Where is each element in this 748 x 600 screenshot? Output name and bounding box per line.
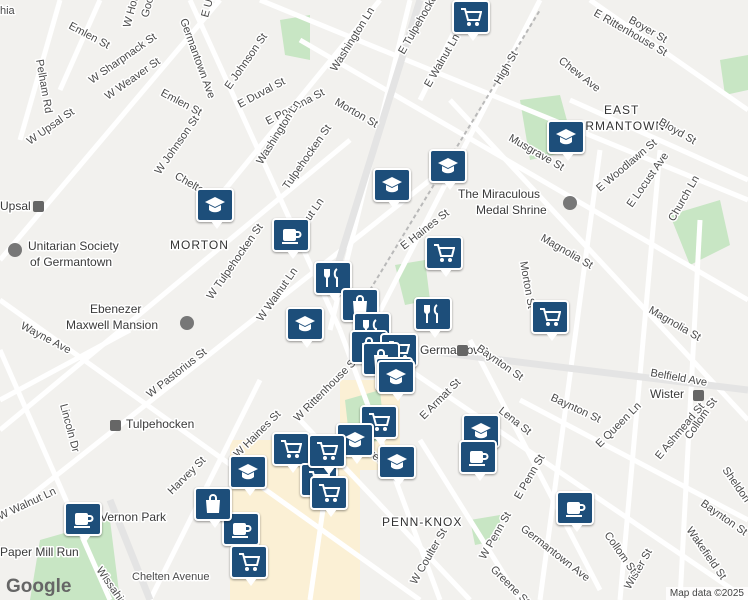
coffee-marker[interactable]	[272, 218, 310, 259]
grocery-marker[interactable]	[452, 0, 490, 41]
svg-text:W Johnson St: W Johnson St	[153, 114, 202, 177]
svg-text:Morton St: Morton St	[333, 96, 380, 130]
svg-text:High St: High St	[492, 49, 520, 86]
park-area	[280, 15, 310, 60]
grocery-marker[interactable]	[531, 300, 569, 341]
svg-text:Collom St: Collom St	[602, 530, 639, 576]
svg-text:Chew Ave: Chew Ave	[556, 55, 602, 95]
cross-icon[interactable]	[563, 196, 577, 210]
grocery-marker[interactable]	[308, 434, 346, 475]
train-icon[interactable]	[110, 420, 121, 431]
coffee-marker[interactable]	[459, 440, 497, 481]
poi-label: Maxwell Mansion	[66, 318, 158, 332]
school-marker[interactable]	[547, 120, 585, 161]
grocery-marker[interactable]	[272, 432, 310, 473]
map-attribution: Map data ©2025	[665, 587, 748, 600]
train-icon[interactable]	[33, 201, 44, 212]
svg-text:Washington Ln: Washington Ln	[328, 5, 377, 73]
school-marker[interactable]	[286, 307, 324, 348]
poi-label: Medal Shrine	[476, 203, 547, 217]
neighborhood-label: PENN-KNOX	[382, 515, 462, 529]
building-icon[interactable]	[8, 243, 22, 257]
grocery-marker[interactable]	[425, 236, 463, 277]
neighborhood-label: MORTON	[170, 238, 229, 252]
svg-text:Sheldon: Sheldon	[720, 465, 748, 505]
school-marker[interactable]	[429, 149, 467, 190]
train-icon[interactable]	[693, 390, 704, 401]
train-icon[interactable]	[457, 345, 468, 356]
svg-text:Lincoln Dr: Lincoln Dr	[57, 403, 81, 454]
poi-label: of Germantown	[30, 255, 112, 269]
city-label: hia	[0, 5, 16, 17]
restaurant-marker[interactable]	[414, 297, 452, 338]
svg-text:Wayne Ave: Wayne Ave	[19, 320, 73, 356]
poi-label: Unitarian Society	[28, 239, 119, 253]
svg-text:W Pastorius St: W Pastorius St	[144, 346, 209, 400]
poi-label: Tulpehocken	[126, 417, 194, 431]
poi-label: Wister	[650, 387, 684, 401]
poi-label: The Miraculous	[458, 187, 540, 201]
svg-text:Good: Good	[139, 0, 158, 19]
svg-text:Chelten Avenue: Chelten Avenue	[132, 571, 209, 583]
shopping-marker[interactable]	[194, 487, 232, 528]
coffee-marker[interactable]	[64, 502, 102, 543]
school-marker[interactable]	[229, 455, 267, 496]
svg-text:Greene St: Greene St	[488, 564, 532, 600]
poi-label: Paper Mill Run	[0, 545, 79, 559]
svg-text:E Duval St: E Duval St	[236, 76, 288, 111]
poi-label: Ebenezer	[90, 302, 141, 316]
google-logo: Google	[6, 576, 72, 597]
svg-text:Emlen St: Emlen St	[159, 87, 204, 119]
museum-icon[interactable]	[180, 316, 194, 330]
grocery-marker[interactable]	[230, 545, 268, 586]
svg-text:E Johnson St: E Johnson St	[223, 31, 270, 91]
school-marker[interactable]	[373, 168, 411, 209]
school-marker[interactable]	[377, 360, 415, 401]
school-marker[interactable]	[196, 188, 234, 229]
grocery-marker[interactable]	[310, 476, 348, 517]
poi-label: Vernon Park	[100, 510, 167, 524]
poi-label: Upsal	[0, 199, 31, 213]
neighborhood-label: EAST	[604, 103, 639, 117]
coffee-marker[interactable]	[556, 491, 594, 532]
park-area	[720, 55, 748, 95]
svg-text:W Walnut Ln: W Walnut Ln	[0, 485, 58, 522]
school-marker[interactable]	[378, 445, 416, 486]
